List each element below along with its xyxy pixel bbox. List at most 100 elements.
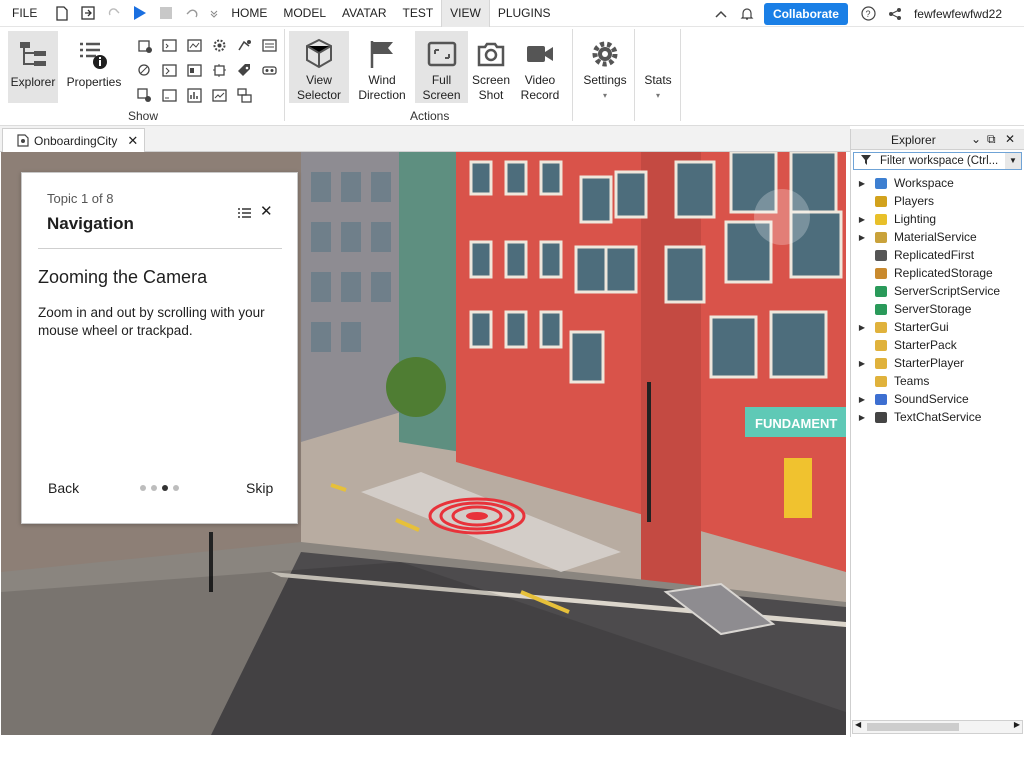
filter-icon (854, 154, 880, 168)
tree-item-label: ReplicatedStorage (894, 266, 993, 280)
tab-test[interactable]: TEST (394, 0, 441, 27)
video-record-button[interactable]: Video Record (516, 31, 564, 103)
properties-button[interactable]: Properties (64, 31, 124, 103)
tree-item-startergui[interactable]: ▶ StarterGui (851, 318, 1023, 336)
back-button[interactable]: Back (48, 480, 79, 496)
scroll-right-icon[interactable]: ▶ (1014, 720, 1020, 729)
ribbon: Explorer Properties Show View Selector W… (0, 27, 1024, 126)
tab-model[interactable]: MODEL (275, 0, 334, 27)
more-dropdown-icon[interactable] (208, 3, 220, 23)
store-sign-text: FUNDAMENT (755, 416, 837, 431)
explorer-button[interactable]: Explorer (8, 31, 58, 103)
team-create-icon[interactable] (232, 33, 257, 58)
tree-item-serverscriptservice[interactable]: ServerScriptService (851, 282, 1023, 300)
progress-dot (173, 485, 179, 491)
properties-icon (80, 42, 107, 69)
expand-arrow-icon[interactable]: ▶ (851, 359, 873, 368)
performance-icon[interactable] (182, 33, 207, 58)
tree-item-workspace[interactable]: ▶ Workspace (851, 174, 1023, 192)
vr-icon[interactable] (257, 58, 282, 83)
skip-button[interactable]: Skip (246, 480, 273, 496)
terminal-icon[interactable] (157, 83, 182, 108)
tree-item-label: Players (894, 194, 935, 208)
stop-icon[interactable] (156, 3, 176, 23)
graph-icon[interactable] (207, 83, 232, 108)
command-bar-icon[interactable] (157, 58, 182, 83)
asset-manager-icon[interactable] (132, 83, 157, 108)
filter-workspace-input[interactable]: Filter workspace (Ctrl... ▼ (853, 152, 1022, 170)
settings-button[interactable]: Settings ▾ (580, 31, 630, 103)
share-icon[interactable] (885, 4, 905, 24)
collaborate-button[interactable]: Collaborate (763, 2, 848, 25)
windows-icon[interactable] (232, 83, 257, 108)
publish-icon[interactable] (78, 3, 98, 23)
wind-direction-button[interactable]: Wind Direction (354, 31, 410, 103)
expand-arrow-icon[interactable]: ▶ (851, 413, 873, 422)
explorer-header: Explorer ⌄ ⧉ ✕ (851, 129, 1024, 150)
tree-item-label: Workspace (894, 176, 954, 190)
menu-bar: FILE HOME MODEL AVATAR TEST VIEW PLUGINS… (0, 0, 1024, 27)
tree-item-starterpack[interactable]: StarterPack (851, 336, 1023, 354)
full-screen-button[interactable]: Full Screen (415, 31, 468, 103)
expand-arrow-icon[interactable]: ▶ (851, 179, 873, 188)
undock-icon[interactable]: ⧉ (987, 132, 996, 147)
onboarding-panel: Topic 1 of 8 Navigation ✕ Zooming the Ca… (21, 172, 298, 524)
undo-icon[interactable] (182, 3, 202, 23)
notification-bell-icon[interactable] (737, 4, 757, 24)
document-tab[interactable]: OnboardingCity ✕ (2, 128, 145, 152)
script-icon[interactable] (157, 33, 182, 58)
sound-icon (873, 392, 889, 406)
document-tab-strip: OnboardingCity ✕ (0, 126, 850, 152)
close-icon[interactable]: ✕ (260, 202, 273, 220)
tree-item-soundservice[interactable]: ▶ SoundService (851, 390, 1023, 408)
menu-file[interactable]: FILE (0, 0, 49, 27)
stats-button[interactable]: Stats ▾ (640, 31, 676, 103)
play-icon[interactable] (130, 3, 150, 23)
actions-group-label: Actions (410, 109, 450, 123)
stats-chart-icon[interactable] (182, 83, 207, 108)
tree-item-textchatservice[interactable]: ▶ TextChatService (851, 408, 1023, 426)
ribbon-divider (572, 29, 573, 121)
toolbox-icon[interactable] (132, 33, 157, 58)
tree-item-materialservice[interactable]: ▶ MaterialService (851, 228, 1023, 246)
cube-icon (306, 38, 332, 69)
close-tab-icon[interactable]: ✕ (127, 133, 138, 149)
output-icon[interactable] (257, 33, 282, 58)
tree-item-starterplayer[interactable]: ▶ StarterPlayer (851, 354, 1023, 372)
tab-home[interactable]: HOME (223, 0, 275, 27)
tree-item-replicatedstorage[interactable]: ReplicatedStorage (851, 264, 1023, 282)
tab-view[interactable]: VIEW (441, 0, 490, 27)
expand-arrow-icon[interactable]: ▶ (851, 323, 873, 332)
gear-alt-icon[interactable] (207, 33, 232, 58)
tree-item-label: StarterGui (894, 320, 949, 334)
tag-editor-icon[interactable] (207, 58, 232, 83)
explorer-panel: Explorer ⌄ ⧉ ✕ Filter workspace (Ctrl...… (850, 129, 1024, 737)
view-selector-button[interactable]: View Selector (289, 31, 349, 103)
close-icon[interactable]: ✕ (1005, 132, 1015, 146)
new-file-icon[interactable] (52, 3, 72, 23)
tree-item-lighting[interactable]: ▶ Lighting (851, 210, 1023, 228)
tree-item-replicatedfirst[interactable]: ReplicatedFirst (851, 246, 1023, 264)
chevron-down-icon[interactable]: ⌄ (971, 132, 981, 146)
tree-item-players[interactable]: Players (851, 192, 1023, 210)
expand-arrow-icon[interactable]: ▶ (851, 215, 873, 224)
expand-arrow-icon[interactable]: ▶ (851, 395, 873, 404)
tree-item-teams[interactable]: Teams (851, 372, 1023, 390)
username-label[interactable]: fewfewfewfwd22 (914, 7, 1002, 21)
horizontal-scrollbar[interactable]: ◀ ▶ (852, 720, 1023, 734)
tree-item-serverstorage[interactable]: ServerStorage (851, 300, 1023, 318)
scrollbar-thumb[interactable] (867, 723, 959, 731)
help-icon[interactable]: ? (859, 4, 879, 24)
tag-icon[interactable] (232, 58, 257, 83)
terrain-icon[interactable] (182, 58, 207, 83)
filter-dropdown-icon[interactable]: ▼ (1005, 153, 1021, 169)
topic-list-icon[interactable] (238, 205, 251, 221)
document-tab-label: OnboardingCity (34, 133, 118, 148)
find-icon[interactable] (132, 58, 157, 83)
tab-plugins[interactable]: PLUGINS (490, 0, 559, 27)
scroll-left-icon[interactable]: ◀ (855, 720, 861, 729)
screen-shot-button[interactable]: Screen Shot (470, 31, 512, 103)
expand-arrow-icon[interactable]: ▶ (851, 233, 873, 242)
tab-avatar[interactable]: AVATAR (334, 0, 394, 27)
collapse-ribbon-icon[interactable] (711, 4, 731, 24)
